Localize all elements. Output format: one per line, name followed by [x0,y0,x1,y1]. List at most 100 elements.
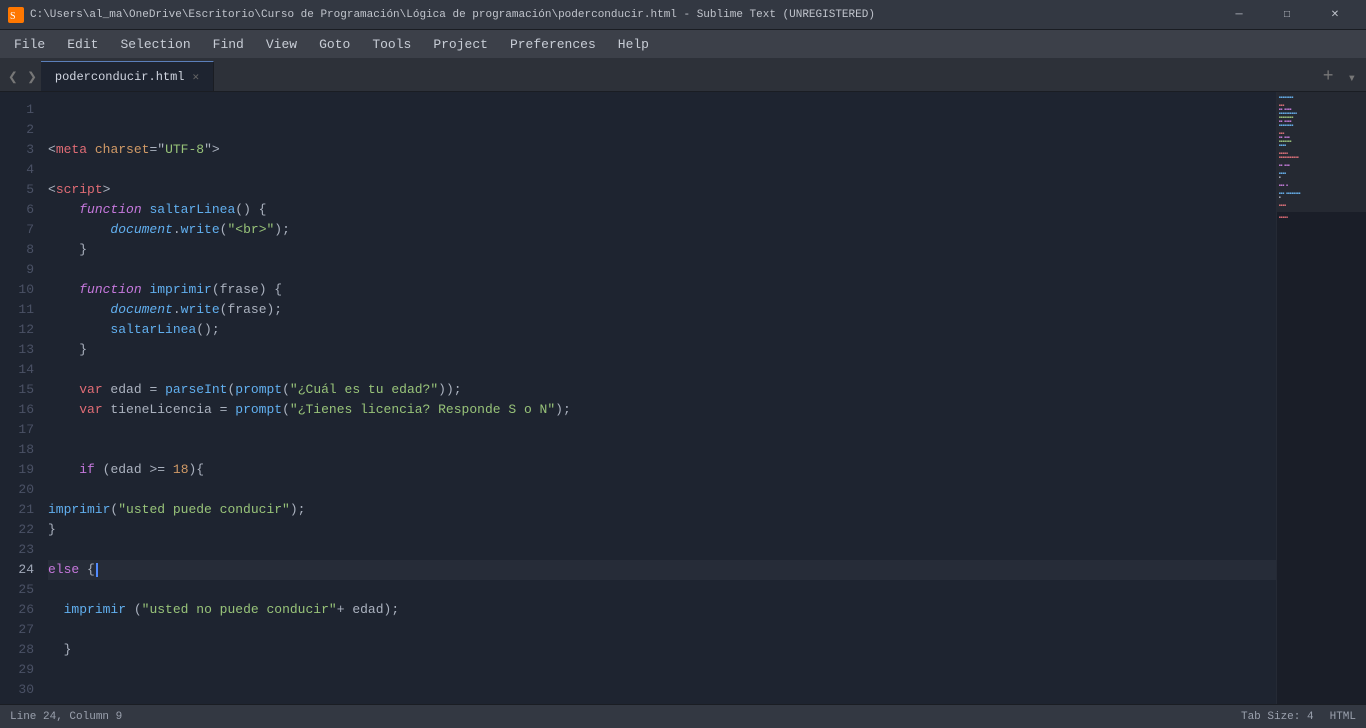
code-line-5: <script> [48,180,1276,200]
title-bar: S C:\Users\al_ma\OneDrive\Escritorio\Cur… [0,0,1366,30]
code-line-25 [48,580,1276,600]
menu-file[interactable]: File [4,33,55,56]
code-line-18 [48,440,1276,460]
tab-add-button[interactable]: + [1315,63,1342,91]
code-line-8: } [48,240,1276,260]
code-line-4 [48,160,1276,180]
code-line-10: function imprimir(frase) { [48,280,1276,300]
minimap-viewport [1277,92,1366,212]
minimap: ■■■■■■■■ ■■■ ■■ ■■■■ ■■■■■■■■■■ ■■■■■■■■… [1276,92,1366,704]
code-line-26: imprimir ("usted no puede conducir"+ eda… [48,600,1276,620]
code-line-29 [48,660,1276,680]
tab-label: poderconducir.html [55,70,185,84]
line-num-7: 7 [0,220,34,240]
line-num-3: 3 [0,140,34,160]
menu-tools[interactable]: Tools [362,33,421,56]
line-num-19: 19 [0,460,34,480]
code-line-28: } [48,640,1276,660]
tab-close-icon[interactable]: ✕ [193,70,200,84]
title-text: C:\Users\al_ma\OneDrive\Escritorio\Curso… [30,9,875,21]
svg-text:S: S [10,11,16,22]
app-icon: S [8,7,24,23]
tab-menu-button[interactable]: ▾ [1342,66,1362,91]
line-num-29: 29 [0,660,34,680]
code-content[interactable]: <meta charset="UTF-8"> <script> function… [44,92,1276,704]
line-num-31: 31 [0,700,34,704]
menu-find[interactable]: Find [203,33,254,56]
status-right: Tab Size: 4 HTML [1241,711,1356,723]
status-bar: Line 24, Column 9 Tab Size: 4 HTML [0,704,1366,728]
menu-view[interactable]: View [256,33,307,56]
code-line-14 [48,360,1276,380]
line-numbers: 1 2 3 4 5 6 7 8 9 10 11 12 13 14 15 16 1… [0,92,44,704]
line-num-14: 14 [0,360,34,380]
line-num-10: 10 [0,280,34,300]
tab-poderconducir[interactable]: poderconducir.html ✕ [41,61,214,91]
editor: 1 2 3 4 5 6 7 8 9 10 11 12 13 14 15 16 1… [0,92,1366,704]
minimize-button[interactable]: ─ [1216,0,1262,30]
line-num-5: 5 [0,180,34,200]
line-num-2: 2 [0,120,34,140]
status-left: Line 24, Column 9 [10,711,122,723]
line-num-17: 17 [0,420,34,440]
title-bar-left: S C:\Users\al_ma\OneDrive\Escritorio\Cur… [8,7,875,23]
line-num-12: 12 [0,320,34,340]
line-num-26: 26 [0,600,34,620]
code-line-6: function saltarLinea() { [48,200,1276,220]
line-num-23: 23 [0,540,34,560]
line-num-21: 21 [0,500,34,520]
code-line-17 [48,420,1276,440]
line-num-28: 28 [0,640,34,660]
line-num-9: 9 [0,260,34,280]
line-num-1: 1 [0,100,34,120]
line-num-22: 22 [0,520,34,540]
tab-bar: ❮ ❯ poderconducir.html ✕ + ▾ [0,58,1366,92]
code-line-15: var edad = parseInt(prompt("¿Cuál es tu … [48,380,1276,400]
line-num-18: 18 [0,440,34,460]
line-num-13: 13 [0,340,34,360]
code-line-13: } [48,340,1276,360]
menu-help[interactable]: Help [608,33,659,56]
line-num-15: 15 [0,380,34,400]
cursor-position: Line 24, Column 9 [10,711,122,723]
line-num-6: 6 [0,200,34,220]
line-num-24: 24 [0,560,34,580]
language-mode[interactable]: HTML [1330,711,1356,723]
code-line-22: } [48,520,1276,540]
code-line-11: document.write(frase); [48,300,1276,320]
code-line-9 [48,260,1276,280]
line-num-20: 20 [0,480,34,500]
code-line-7: document.write("<br>"); [48,220,1276,240]
menu-preferences[interactable]: Preferences [500,33,606,56]
maximize-button[interactable]: □ [1264,0,1310,30]
line-num-30: 30 [0,680,34,700]
code-line-27 [48,620,1276,640]
close-button[interactable]: ✕ [1312,0,1358,30]
window-controls: ─ □ ✕ [1216,0,1358,30]
code-line-20 [48,480,1276,500]
menu-selection[interactable]: Selection [110,33,200,56]
line-num-16: 16 [0,400,34,420]
line-num-4: 4 [0,160,34,180]
code-line-1 [48,100,1276,120]
line-num-25: 25 [0,580,34,600]
code-line-19: if (edad >= 18){ [48,460,1276,480]
code-line-2 [48,120,1276,140]
code-line-16: var tieneLicencia = prompt("¿Tienes lice… [48,400,1276,420]
code-line-24: else { [48,560,1276,580]
tab-size[interactable]: Tab Size: 4 [1241,711,1314,723]
code-line-21: imprimir("usted puede conducir"); [48,500,1276,520]
code-line-31 [48,700,1276,704]
menu-goto[interactable]: Goto [309,33,360,56]
code-line-23 [48,540,1276,560]
menu-edit[interactable]: Edit [57,33,108,56]
code-line-30 [48,680,1276,700]
line-num-8: 8 [0,240,34,260]
line-num-11: 11 [0,300,34,320]
code-line-3: <meta charset="UTF-8"> [48,140,1276,160]
line-num-27: 27 [0,620,34,640]
tab-nav-left[interactable]: ❮ ❯ [4,63,41,91]
code-line-12: saltarLinea(); [48,320,1276,340]
menu-project[interactable]: Project [423,33,498,56]
menu-bar: File Edit Selection Find View Goto Tools… [0,30,1366,58]
